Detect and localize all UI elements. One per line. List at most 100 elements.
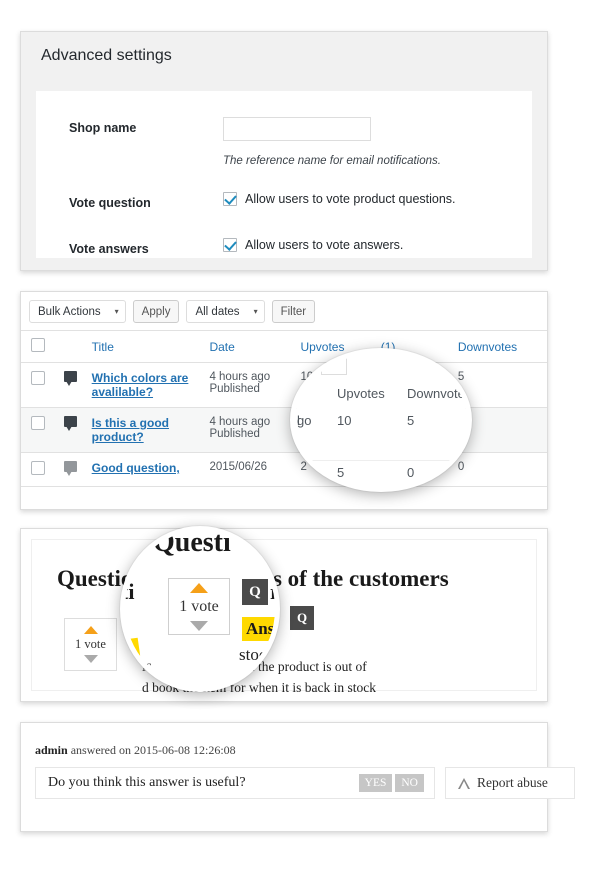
row-title-cell: Good question, [91, 452, 210, 487]
vote-question-checkbox-label: Allow users to vote product questions. [245, 192, 456, 206]
magnified-row-downvotes: 5 [407, 413, 415, 428]
dates-filter-value: All dates [195, 305, 240, 318]
yes-no-group: YES NO [358, 774, 424, 792]
magnifier-table-content: 10 Upvotes Downvotes go 10 5 l 2 5 0 [295, 353, 467, 487]
apply-button[interactable]: Apply [132, 300, 180, 323]
select-all-checkbox[interactable] [31, 338, 45, 352]
vote-answers-checkbox[interactable] [223, 238, 237, 252]
magnified-bottom-downvotes: 0 [407, 465, 415, 480]
magnified-bottom-context: 2 [297, 465, 305, 480]
triangle-down-icon[interactable] [83, 655, 98, 663]
magnified-row-context-sub: l [297, 413, 300, 428]
magnified-header: Upvotes Downvotes [295, 381, 467, 409]
vote-question-checkbox-row[interactable]: Allow users to vote product questions. [223, 192, 532, 206]
magnifier-qa-content: Questi ti r 1 vote Q Answ stoc stoc [125, 531, 275, 687]
no-button[interactable]: NO [395, 774, 424, 792]
row-type-cell [63, 407, 92, 453]
row-date-cell: 2015/06/26 [209, 452, 301, 487]
filter-button[interactable]: Filter [271, 300, 316, 323]
row-date: 4 hours ago [209, 416, 271, 428]
answer-author: admin [35, 743, 68, 757]
row-status: Published [209, 428, 260, 440]
question-vote-box[interactable]: 1 vote [64, 618, 117, 671]
magnifier-qa: Questi ti r 1 vote Q Answ stoc stoc [120, 526, 280, 692]
row-checkbox[interactable] [31, 416, 45, 430]
vote-answers-checkbox-row[interactable]: Allow users to vote answers. [223, 238, 532, 252]
table-row[interactable]: Good question, 2015/06/26 2 0 2 [21, 452, 547, 487]
row-title-link[interactable]: Which colors are avalilable? [92, 371, 210, 399]
list-table-toolbar: Bulk Actions ▾ Apply All dates ▾ Filter [21, 292, 547, 330]
magnified-vote-count: 1 vote [179, 597, 219, 615]
question-badge: Q [290, 606, 314, 630]
magnified-bottom-upvotes: 5 [337, 465, 345, 480]
shop-name-input[interactable] [223, 117, 371, 141]
dates-filter-select[interactable]: All dates ▾ [186, 300, 265, 323]
icon-header [63, 330, 92, 363]
magnified-qa-title: Questi [153, 527, 231, 558]
comment-bubble-icon [63, 416, 77, 431]
vote-answers-label: Vote answers [69, 242, 149, 256]
select-all-header [21, 330, 64, 363]
vote-question-label: Vote question [69, 196, 151, 210]
magnified-row-upvotes: 10 [337, 413, 352, 428]
answer-feedback-panel: admin answered on 2015-06-08 12:26:08 Do… [20, 722, 575, 832]
vote-answers-checkbox-label: Allow users to vote answers. [245, 238, 404, 252]
row-title-link[interactable]: Is this a good product? [92, 416, 210, 444]
magnified-top-box [321, 353, 347, 375]
table-header-row: Title Date Upvotes (1) Downvotes A [21, 330, 547, 363]
shop-name-help: The reference name for email notificatio… [223, 155, 441, 167]
row-date: 4 hours ago [209, 371, 271, 383]
column-header-title[interactable]: Title [91, 330, 210, 363]
magnified-qa-left-context: ti [121, 579, 135, 604]
bulk-actions-select[interactable]: Bulk Actions ▾ [29, 300, 126, 323]
frontend-qa-panel: Questions and answers of the customers 1… [20, 528, 548, 702]
magnified-row-bottom: 2 5 0 [295, 460, 467, 487]
magnified-vote-box[interactable]: 1 vote [168, 578, 230, 635]
magnified-top-context: 10 [297, 357, 312, 372]
magnified-question-badge: Q [242, 579, 268, 605]
answer-timestamp: answered on 2015-06-08 12:26:08 [67, 743, 236, 757]
row-type-cell [63, 362, 92, 408]
row-checkbox[interactable] [31, 371, 45, 385]
row-date-cell: 4 hours ago Published [209, 362, 301, 408]
row-date-cell: 4 hours ago Published [209, 407, 301, 453]
magnified-answer-tag: Answ [242, 617, 275, 641]
answer-meta: admin answered on 2015-06-08 12:26:08 [35, 743, 236, 758]
row-downvotes: 5 [457, 362, 547, 408]
settings-header: Advanced settings [21, 32, 547, 80]
qa-inner-surface: Questions and answers of the customers 1… [31, 539, 537, 695]
row-title-cell: Which colors are avalilable? [91, 362, 210, 408]
bulk-actions-value: Bulk Actions [38, 305, 101, 318]
magnifier-table: 10 Upvotes Downvotes go 10 5 l 2 5 0 [290, 348, 472, 492]
yes-button[interactable]: YES [358, 774, 393, 792]
form-row-shop-name: Shop name The reference name for email n… [36, 117, 532, 167]
row-select-cell [21, 362, 64, 408]
magnified-bottom-left: stoc [129, 659, 152, 674]
form-row-vote-question: Vote question Allow users to vote produc… [36, 192, 532, 210]
usefulness-question: Do you think this answer is useful? [48, 775, 246, 790]
form-row-vote-answers: Vote answers Allow users to vote answers… [36, 238, 532, 256]
row-checkbox[interactable] [31, 461, 45, 475]
comment-stack-icon [63, 461, 77, 476]
chevron-down-icon: ▾ [114, 306, 119, 316]
column-header-date[interactable]: Date [209, 330, 301, 363]
vote-question-checkbox[interactable] [223, 192, 237, 206]
magnified-header-downvotes: Downvotes [407, 386, 472, 401]
report-abuse-button[interactable]: Report abuse [445, 767, 575, 799]
row-date: 2015/06/26 [209, 461, 267, 473]
row-select-cell [21, 407, 64, 453]
triangle-up-icon[interactable] [190, 582, 208, 593]
settings-form: Shop name The reference name for email n… [36, 91, 532, 258]
magnified-row: go 10 5 l [295, 408, 467, 454]
advanced-settings-panel: Advanced settings Shop name The referenc… [20, 31, 548, 271]
triangle-down-icon[interactable] [190, 620, 208, 631]
row-downvotes: 0 [457, 452, 547, 487]
warning-triangle-icon [458, 777, 470, 789]
row-title-link[interactable]: Good question, [92, 461, 210, 475]
magnified-stock-fragment: stoc [239, 645, 267, 664]
triangle-up-icon[interactable] [83, 626, 98, 634]
magnified-header-upvotes: Upvotes [337, 386, 385, 401]
comment-bubble-icon [63, 371, 77, 386]
column-header-downvotes[interactable]: Downvotes [457, 330, 547, 363]
vote-count: 1 vote [75, 637, 106, 651]
